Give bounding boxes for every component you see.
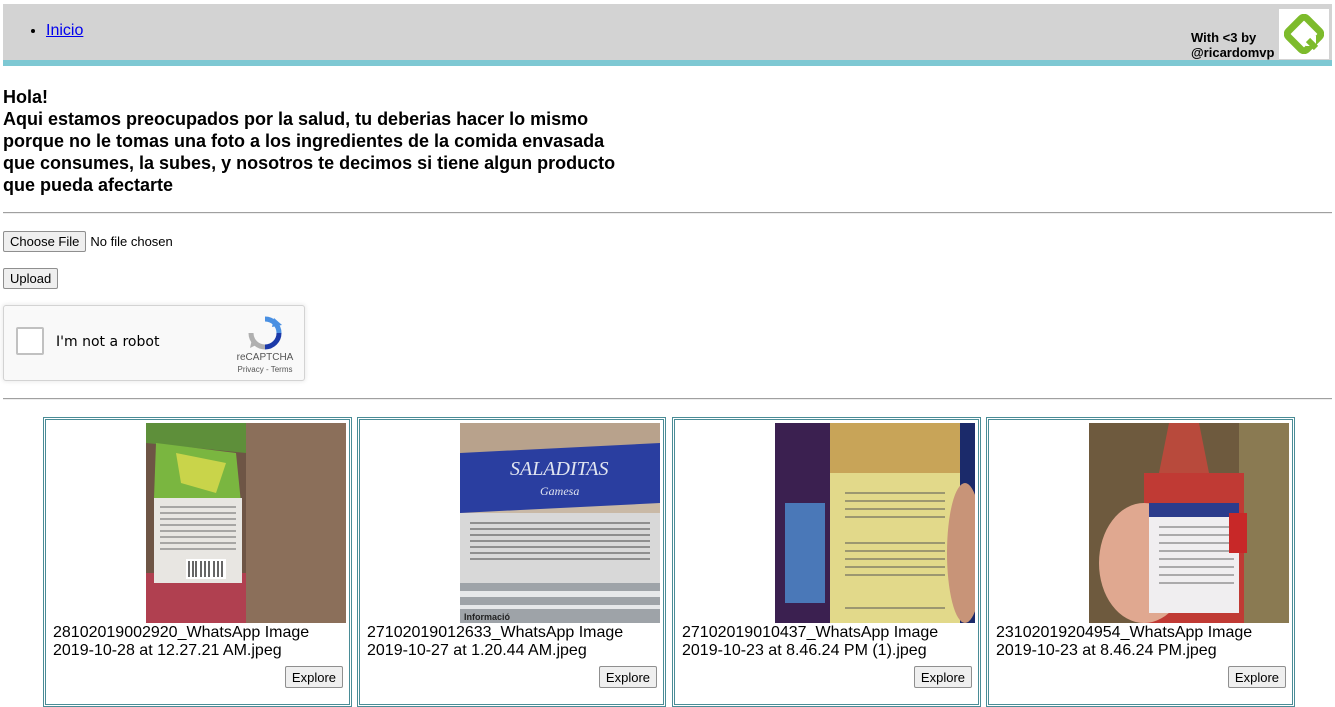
image-caption: 28102019002920_WhatsApp Image 2019-10-28… [53, 624, 310, 659]
image-caption: 27102019010437_WhatsApp Image 2019-10-23… [682, 624, 939, 659]
logo-icon [1284, 14, 1324, 54]
credit-line-1: With <3 by [1191, 30, 1257, 45]
image-card: SALADITAS Gamesa Informació 271020190126… [357, 417, 666, 707]
info-text: Informació [464, 612, 511, 622]
label-photo-4 [1089, 423, 1289, 623]
explore-button[interactable]: Explore [598, 666, 657, 688]
upload-button[interactable]: Upload [3, 268, 59, 289]
image-caption: 27102019012633_WhatsApp Image 2019-10-27… [367, 624, 624, 659]
greeting: Hola! [3, 87, 48, 107]
intro-text: Hola! Aqui estamos preocupados por la sa… [3, 86, 663, 196]
intro-line-1: Aqui estamos preocupados por la salud, t… [3, 109, 589, 129]
recaptcha-icon [248, 316, 282, 350]
site-logo[interactable] [1279, 9, 1329, 59]
image-thumbnail[interactable] [146, 423, 346, 623]
nav-list: Inicio [28, 22, 83, 40]
divider-top [3, 212, 1332, 214]
file-status: No file chosen [90, 234, 173, 249]
label-photo-1 [146, 423, 346, 623]
privacy-link[interactable]: Privacy [238, 365, 264, 374]
label-photo-3 [775, 423, 975, 623]
links-separator: - [263, 365, 271, 374]
divider-bottom [3, 398, 1332, 400]
terms-link[interactable]: Terms [271, 365, 293, 374]
image-card: 27102019010437_WhatsApp Image 2019-10-23… [672, 417, 981, 707]
intro-line-4: que pueda afectarte [3, 175, 174, 195]
home-link[interactable]: Inicio [46, 22, 83, 39]
image-thumbnail[interactable] [775, 423, 975, 623]
explore-button[interactable]: Explore [284, 666, 343, 688]
top-nav-bar: Inicio With <3 by @ricardomvp [3, 4, 1332, 66]
credit-line-2: @ricardomvp [1191, 45, 1275, 60]
author-credit: With <3 by @ricardomvp [1191, 30, 1274, 60]
intro-line-3: que consumes, la subes, y nosotros te de… [3, 153, 616, 173]
image-card: 28102019002920_WhatsApp Image 2019-10-28… [43, 417, 352, 707]
brand-subtext: Gamesa [540, 484, 579, 498]
nav-item-home: Inicio [46, 22, 83, 40]
explore-button[interactable]: Explore [913, 666, 972, 688]
captcha-checkbox[interactable] [16, 327, 44, 355]
image-thumbnail[interactable]: SALADITAS Gamesa Informació [460, 423, 660, 623]
image-thumbnail[interactable] [1089, 423, 1289, 623]
recaptcha-links: Privacy - Terms [230, 365, 300, 374]
brand-text: SALADITAS [510, 458, 609, 480]
file-input[interactable]: Choose File No file chosen [3, 231, 173, 252]
captcha-label: I'm not a robot [56, 334, 160, 350]
image-card: 23102019204954_WhatsApp Image 2019-10-23… [986, 417, 1295, 707]
explore-button[interactable]: Explore [1227, 666, 1286, 688]
recaptcha-widget: I'm not a robot reCAPTCHA Privacy - Term… [3, 305, 305, 381]
intro-line-2: porque no le tomas una foto a los ingred… [3, 131, 605, 151]
choose-file-button[interactable]: Choose File [3, 231, 87, 252]
image-caption: 23102019204954_WhatsApp Image 2019-10-23… [996, 624, 1253, 659]
recaptcha-brand: reCAPTCHA [236, 352, 294, 363]
label-photo-2: SALADITAS Gamesa Informació [460, 423, 660, 623]
